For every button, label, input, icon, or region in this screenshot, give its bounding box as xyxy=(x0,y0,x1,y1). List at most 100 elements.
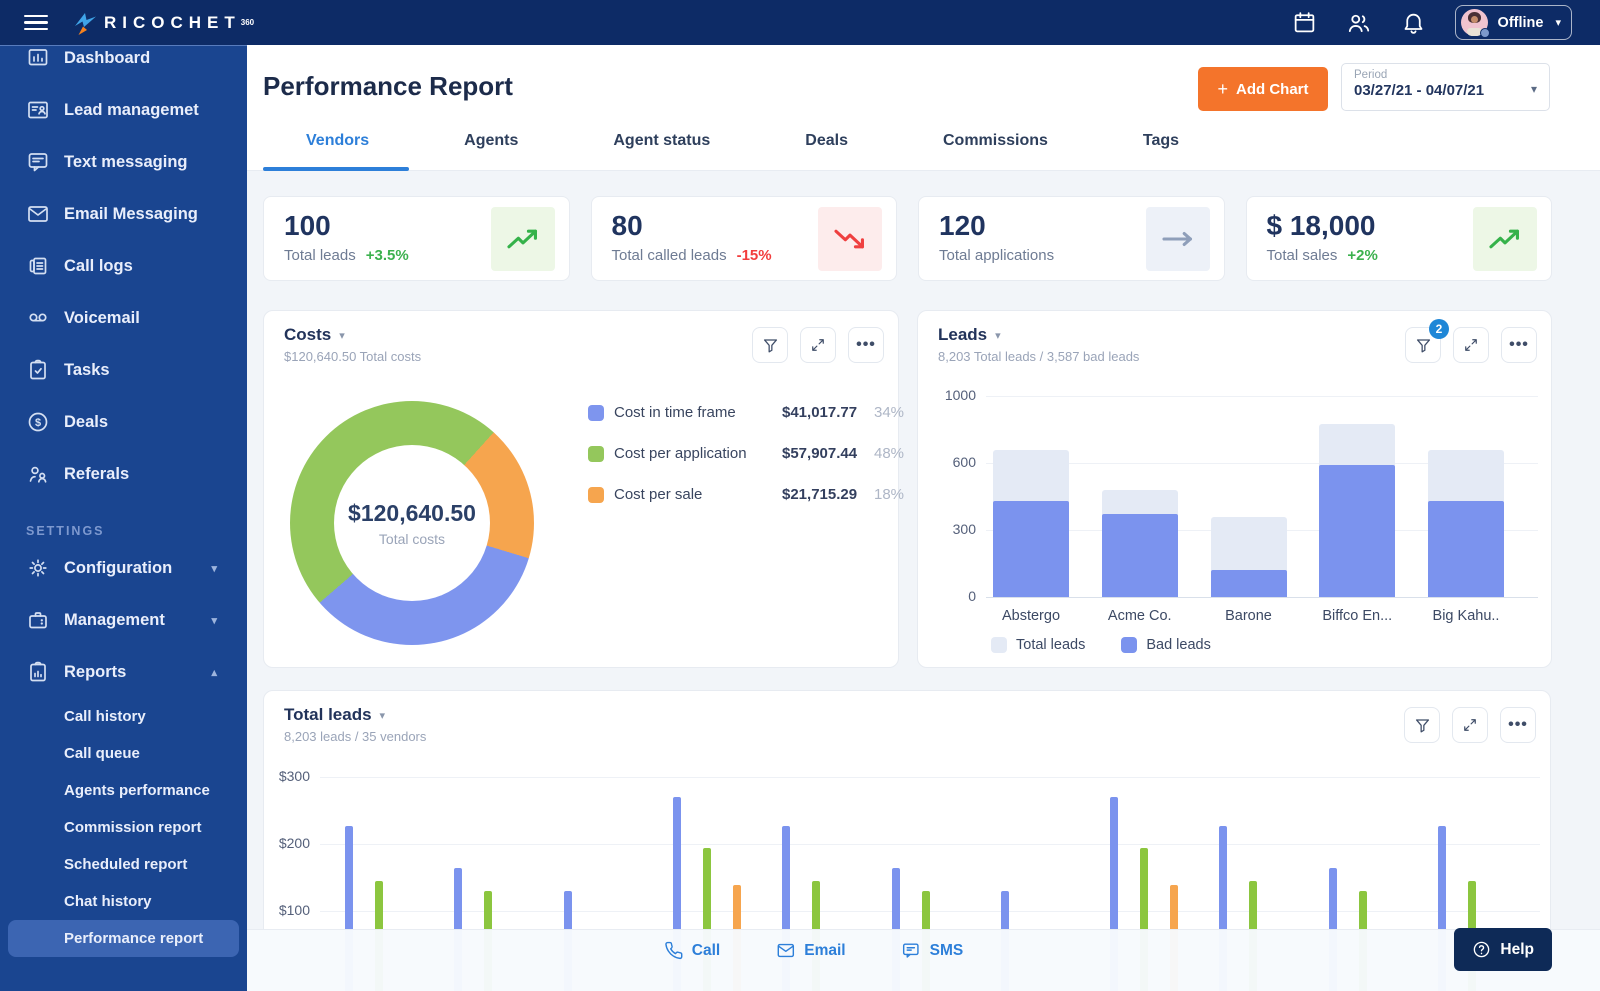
legend-swatch xyxy=(588,405,604,421)
tab-agents[interactable]: Agents xyxy=(464,124,518,170)
brand-name: RICOCHET xyxy=(104,13,241,33)
sidebar-item-lead-management[interactable]: Lead managemet xyxy=(0,84,247,136)
bad-leads-bar[interactable] xyxy=(1102,514,1178,597)
sidebar-subitem-chat-history[interactable]: Chat history xyxy=(0,883,247,920)
y-axis-tick-label: $100 xyxy=(264,902,310,918)
sidebar-subitem-agents-performance[interactable]: Agents performance xyxy=(0,772,247,809)
expand-button[interactable] xyxy=(1452,707,1488,743)
donut-center: $120,640.50 Total costs xyxy=(334,445,490,601)
sidebar-item-deals[interactable]: $ Deals xyxy=(0,396,247,448)
gear-icon xyxy=(26,556,50,580)
page-header: Performance Report + Add Chart Period 03… xyxy=(247,45,1600,171)
legend-percent: 18% xyxy=(874,486,904,503)
total-leads-bar[interactable] xyxy=(1428,450,1504,597)
sms-button[interactable]: SMS xyxy=(902,941,964,960)
report-clipboard-icon xyxy=(26,660,50,684)
bad-leads-bar[interactable] xyxy=(1428,501,1504,597)
kpi-cards-row: 100 Total leads+3.5% 80 Total called lea… xyxy=(263,196,1552,281)
add-chart-button[interactable]: + Add Chart xyxy=(1198,67,1328,111)
bad-leads-bar[interactable] xyxy=(993,501,1069,597)
settings-section-label: SETTINGS xyxy=(26,524,247,538)
expand-button[interactable] xyxy=(800,327,836,363)
more-options-button[interactable]: ••• xyxy=(1501,327,1537,363)
sidebar-item-tasks[interactable]: Tasks xyxy=(0,344,247,396)
gridline xyxy=(986,597,1538,598)
tab-deals[interactable]: Deals xyxy=(805,124,848,170)
bad-leads-bar[interactable] xyxy=(1211,570,1287,597)
dashboard-icon xyxy=(26,46,50,70)
hamburger-menu-icon[interactable] xyxy=(24,15,48,31)
sidebar-subitem-call-history[interactable]: Call history xyxy=(0,698,247,735)
filter-button[interactable]: 2 xyxy=(1405,327,1441,363)
sidebar-subitem-scheduled-report[interactable]: Scheduled report xyxy=(0,846,247,883)
legend-item[interactable]: Cost in time frame $41,017.77 34% xyxy=(588,392,904,433)
help-button[interactable]: Help xyxy=(1454,928,1552,971)
users-icon[interactable] xyxy=(1346,10,1372,36)
y-axis-tick-label: 300 xyxy=(924,521,976,537)
sidebar-subitem-commission-report[interactable]: Commission report xyxy=(0,809,247,846)
sidebar-subitem-label: Call history xyxy=(64,708,146,725)
main-content: Performance Report + Add Chart Period 03… xyxy=(247,45,1600,991)
period-selector[interactable]: Period 03/27/21 - 04/07/21 ▾ xyxy=(1341,63,1550,111)
total-leads-bar[interactable] xyxy=(1211,517,1287,597)
more-options-button[interactable]: ••• xyxy=(848,327,884,363)
legend-label: Total leads xyxy=(1016,637,1085,653)
email-button[interactable]: Email xyxy=(776,941,845,960)
total-leads-bar[interactable] xyxy=(993,450,1069,597)
legend-item[interactable]: Total leads xyxy=(991,637,1085,653)
calendar-icon[interactable] xyxy=(1292,10,1317,35)
help-label: Help xyxy=(1500,941,1534,959)
tab-commissions[interactable]: Commissions xyxy=(943,124,1048,170)
legend-item[interactable]: Bad leads xyxy=(1121,637,1211,653)
sidebar-item-voicemail[interactable]: Voicemail xyxy=(0,292,247,344)
expand-button[interactable] xyxy=(1453,327,1489,363)
question-circle-icon xyxy=(1472,940,1491,959)
tab-vendors[interactable]: Vendors xyxy=(306,124,369,170)
legend-item[interactable]: Cost per sale $21,715.29 18% xyxy=(588,474,904,515)
sidebar-navigation: Dashboard Lead managemet Text messaging … xyxy=(0,45,247,991)
sidebar-item-dashboard[interactable]: Dashboard xyxy=(0,45,247,84)
status-dot xyxy=(1480,28,1490,38)
filter-button[interactable] xyxy=(1404,707,1440,743)
legend-value: $21,715.29 xyxy=(782,486,874,503)
legend-value: $41,017.77 xyxy=(782,404,874,421)
legend-item[interactable]: Cost per application $57,907.44 48% xyxy=(588,433,904,474)
panel-title[interactable]: Total leads xyxy=(284,705,372,725)
more-options-button[interactable]: ••• xyxy=(1500,707,1536,743)
sidebar-item-configuration[interactable]: Configuration ▾ xyxy=(0,542,247,594)
sidebar-subitem-performance-report[interactable]: Performance report xyxy=(8,920,239,957)
sidebar-subitem-call-queue[interactable]: Call queue xyxy=(0,735,247,772)
phone-icon xyxy=(664,941,683,960)
user-status-dropdown[interactable]: Offline ▾ xyxy=(1455,5,1572,40)
chevron-down-icon[interactable]: ▾ xyxy=(380,709,386,722)
chevron-down-icon: ▾ xyxy=(211,614,217,627)
sidebar-item-text-messaging[interactable]: Text messaging xyxy=(0,136,247,188)
sidebar-item-email-messaging[interactable]: Email Messaging xyxy=(0,188,247,240)
notifications-bell-icon[interactable] xyxy=(1401,10,1426,35)
costs-donut-chart[interactable]: $120,640.50 Total costs xyxy=(290,401,534,645)
panel-title[interactable]: Leads xyxy=(938,325,987,345)
sidebar-item-reports[interactable]: Reports ▴ xyxy=(0,646,247,698)
total-leads-bar[interactable] xyxy=(1102,490,1178,597)
add-chart-label: Add Chart xyxy=(1236,81,1309,98)
donut-total-value: $120,640.50 xyxy=(348,500,476,527)
bad-leads-bar[interactable] xyxy=(1319,465,1395,597)
chevron-down-icon[interactable]: ▾ xyxy=(995,329,1001,342)
total-leads-bar[interactable] xyxy=(1319,424,1395,597)
tab-agent-status[interactable]: Agent status xyxy=(613,124,710,170)
legend-label: Cost per sale xyxy=(614,486,782,503)
call-button[interactable]: Call xyxy=(664,941,720,960)
chevron-down-icon[interactable]: ▾ xyxy=(339,329,345,342)
sidebar-item-call-logs[interactable]: Call logs xyxy=(0,240,247,292)
plus-icon: + xyxy=(1217,79,1228,100)
sidebar-item-label: Deals xyxy=(64,413,108,432)
sidebar-subitem-label: Performance report xyxy=(64,930,203,947)
panel-title[interactable]: Costs xyxy=(284,325,331,345)
sidebar-item-management[interactable]: Management ▾ xyxy=(0,594,247,646)
sidebar-item-referals[interactable]: Referals xyxy=(0,448,247,500)
filter-button[interactable] xyxy=(752,327,788,363)
brand-logo[interactable]: RICOCHET360 xyxy=(70,9,254,37)
costs-panel: Costs ▾ $120,640.50 Total costs ••• $120… xyxy=(263,310,899,668)
tab-tags[interactable]: Tags xyxy=(1143,124,1179,170)
kpi-label: Total sales xyxy=(1267,247,1338,264)
